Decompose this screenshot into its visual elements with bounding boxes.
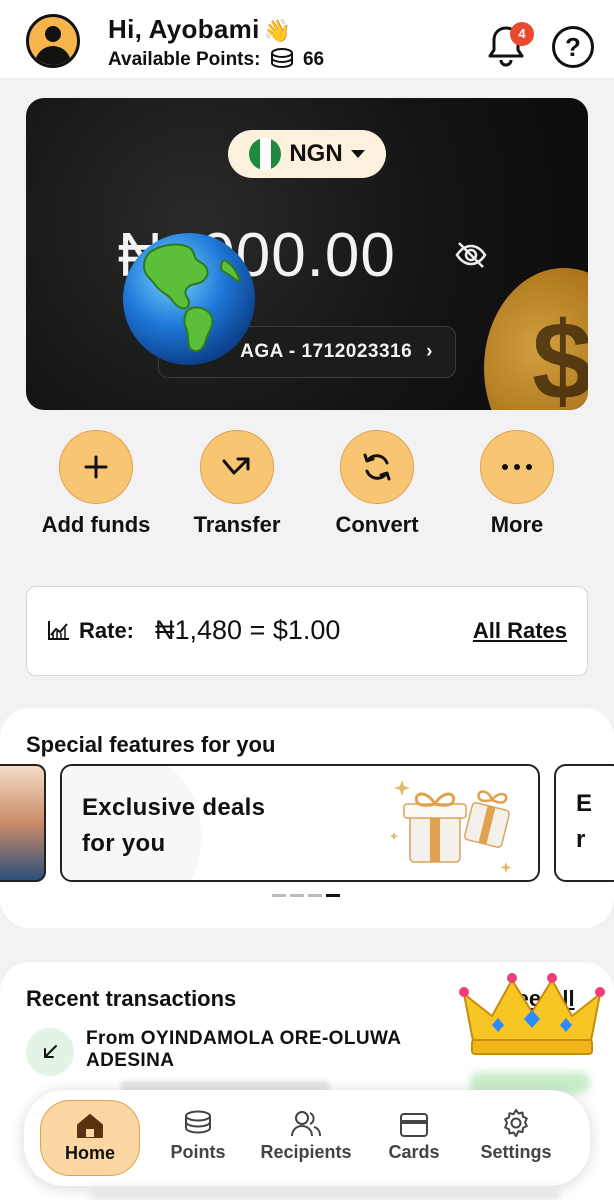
avatar-head	[45, 26, 61, 42]
available-points: Available Points: 66	[108, 48, 324, 74]
transfer-button[interactable]: Transfer	[167, 430, 307, 538]
coins-stack-icon	[270, 48, 294, 74]
pagination-dot-active	[326, 894, 340, 897]
help-icon[interactable]: ?	[552, 26, 594, 68]
pagination-dot	[308, 894, 322, 897]
nav-settings-label: Settings	[480, 1142, 552, 1162]
ellipsis-icon	[480, 430, 554, 504]
avatar[interactable]	[26, 14, 80, 68]
special-features-section: Special features for you Exclusive deals…	[0, 708, 614, 928]
all-rates-link[interactable]: All Rates	[473, 618, 567, 644]
carousel-pagination	[272, 894, 340, 897]
transfer-label: Transfer	[193, 512, 281, 537]
arrow-up-right-icon	[200, 430, 274, 504]
nav-home[interactable]: Home	[40, 1100, 140, 1176]
app-header: Hi, Ayobami 👋 Available Points: 66 4 ?	[0, 0, 614, 78]
avatar-body	[35, 46, 71, 65]
pagination-dot	[272, 894, 286, 897]
greeting-title: Hi, Ayobami 👋	[108, 14, 291, 45]
coin-dollar-glyph: $	[532, 300, 588, 410]
chevron-right-icon: ›	[426, 341, 433, 362]
transaction-name-line-1: From OYINDAMOLA ORE-OLUWA	[86, 1028, 402, 1049]
feature-card-next[interactable]: E r	[554, 764, 614, 882]
nigeria-flag-icon	[249, 138, 282, 170]
crown-sticker-icon	[458, 970, 606, 1061]
account-label: AGA - 1712023316	[240, 341, 413, 362]
currency-code: NGN	[289, 140, 343, 167]
home-icon	[41, 1101, 139, 1143]
card-icon	[364, 1100, 464, 1142]
wave-hand-icon: 👋	[263, 19, 292, 44]
more-label: More	[490, 512, 544, 537]
points-value: 66	[302, 49, 325, 70]
points-label: Available Points:	[108, 49, 261, 70]
eye-off-icon[interactable]	[454, 240, 488, 275]
rate-label: Rate:	[79, 618, 135, 643]
transaction-name[interactable]: From OYINDAMOLA ORE-OLUWA ADESINA	[86, 1028, 466, 1072]
deal-line-2: for you	[82, 830, 166, 857]
nav-settings[interactable]: Settings	[466, 1100, 566, 1176]
globe-sticker-icon	[120, 230, 258, 373]
more-button[interactable]: More	[447, 430, 587, 538]
nav-cards[interactable]: Cards	[364, 1100, 464, 1176]
nav-home-label: Home	[64, 1143, 115, 1163]
convert-label: Convert	[335, 512, 419, 537]
chart-icon	[47, 619, 71, 646]
bottom-navigation: Home Points Recipients Cards Settings	[24, 1090, 590, 1186]
feature-card-previous[interactable]	[0, 764, 46, 882]
coins-icon	[148, 1100, 248, 1142]
exchange-rate-card: Rate: ₦1,480 = $1.00 All Rates	[26, 586, 588, 676]
nav-cards-label: Cards	[388, 1142, 440, 1162]
content-behind-nav	[90, 1186, 560, 1200]
deal-card-text: Exclusive deals for you	[82, 790, 265, 862]
special-features-title: Special features for you	[26, 732, 276, 757]
next-card-line-1: E	[576, 790, 593, 817]
notification-badge: 4	[510, 22, 534, 46]
quick-actions: Add funds Transfer Convert More	[0, 430, 614, 540]
gift-boxes-icon	[388, 772, 518, 880]
plus-icon	[59, 430, 133, 504]
rate-value: ₦1,480 = $1.00	[155, 615, 341, 645]
nav-points-label: Points	[170, 1142, 226, 1162]
users-icon	[256, 1100, 356, 1142]
refresh-icon	[340, 430, 414, 504]
gear-icon	[466, 1100, 566, 1142]
add-funds-label: Add funds	[41, 512, 151, 537]
transaction-name-line-2: ADESINA	[86, 1050, 175, 1071]
currency-selector[interactable]: NGN	[228, 130, 386, 178]
balance-card: $ NGN ₦ ,000.00 AGA - 1712023316 ›	[26, 98, 588, 410]
exclusive-deals-card[interactable]: Exclusive deals for you	[60, 764, 540, 882]
add-funds-button[interactable]: Add funds	[26, 430, 166, 538]
next-card-line-2: r	[576, 826, 586, 853]
dollar-coin-icon: $	[484, 268, 588, 410]
nav-recipients[interactable]: Recipients	[256, 1100, 356, 1176]
arrow-down-left-icon	[26, 1028, 74, 1076]
chevron-down-icon	[350, 150, 365, 158]
nav-recipients-label: Recipients	[260, 1142, 352, 1162]
deal-line-1: Exclusive deals	[82, 794, 266, 821]
convert-button[interactable]: Convert	[307, 430, 447, 538]
nav-points[interactable]: Points	[148, 1100, 248, 1176]
recent-transactions-title: Recent transactions	[26, 986, 237, 1011]
pagination-dot	[290, 894, 304, 897]
greeting-text: Hi, Ayobami	[108, 14, 260, 44]
